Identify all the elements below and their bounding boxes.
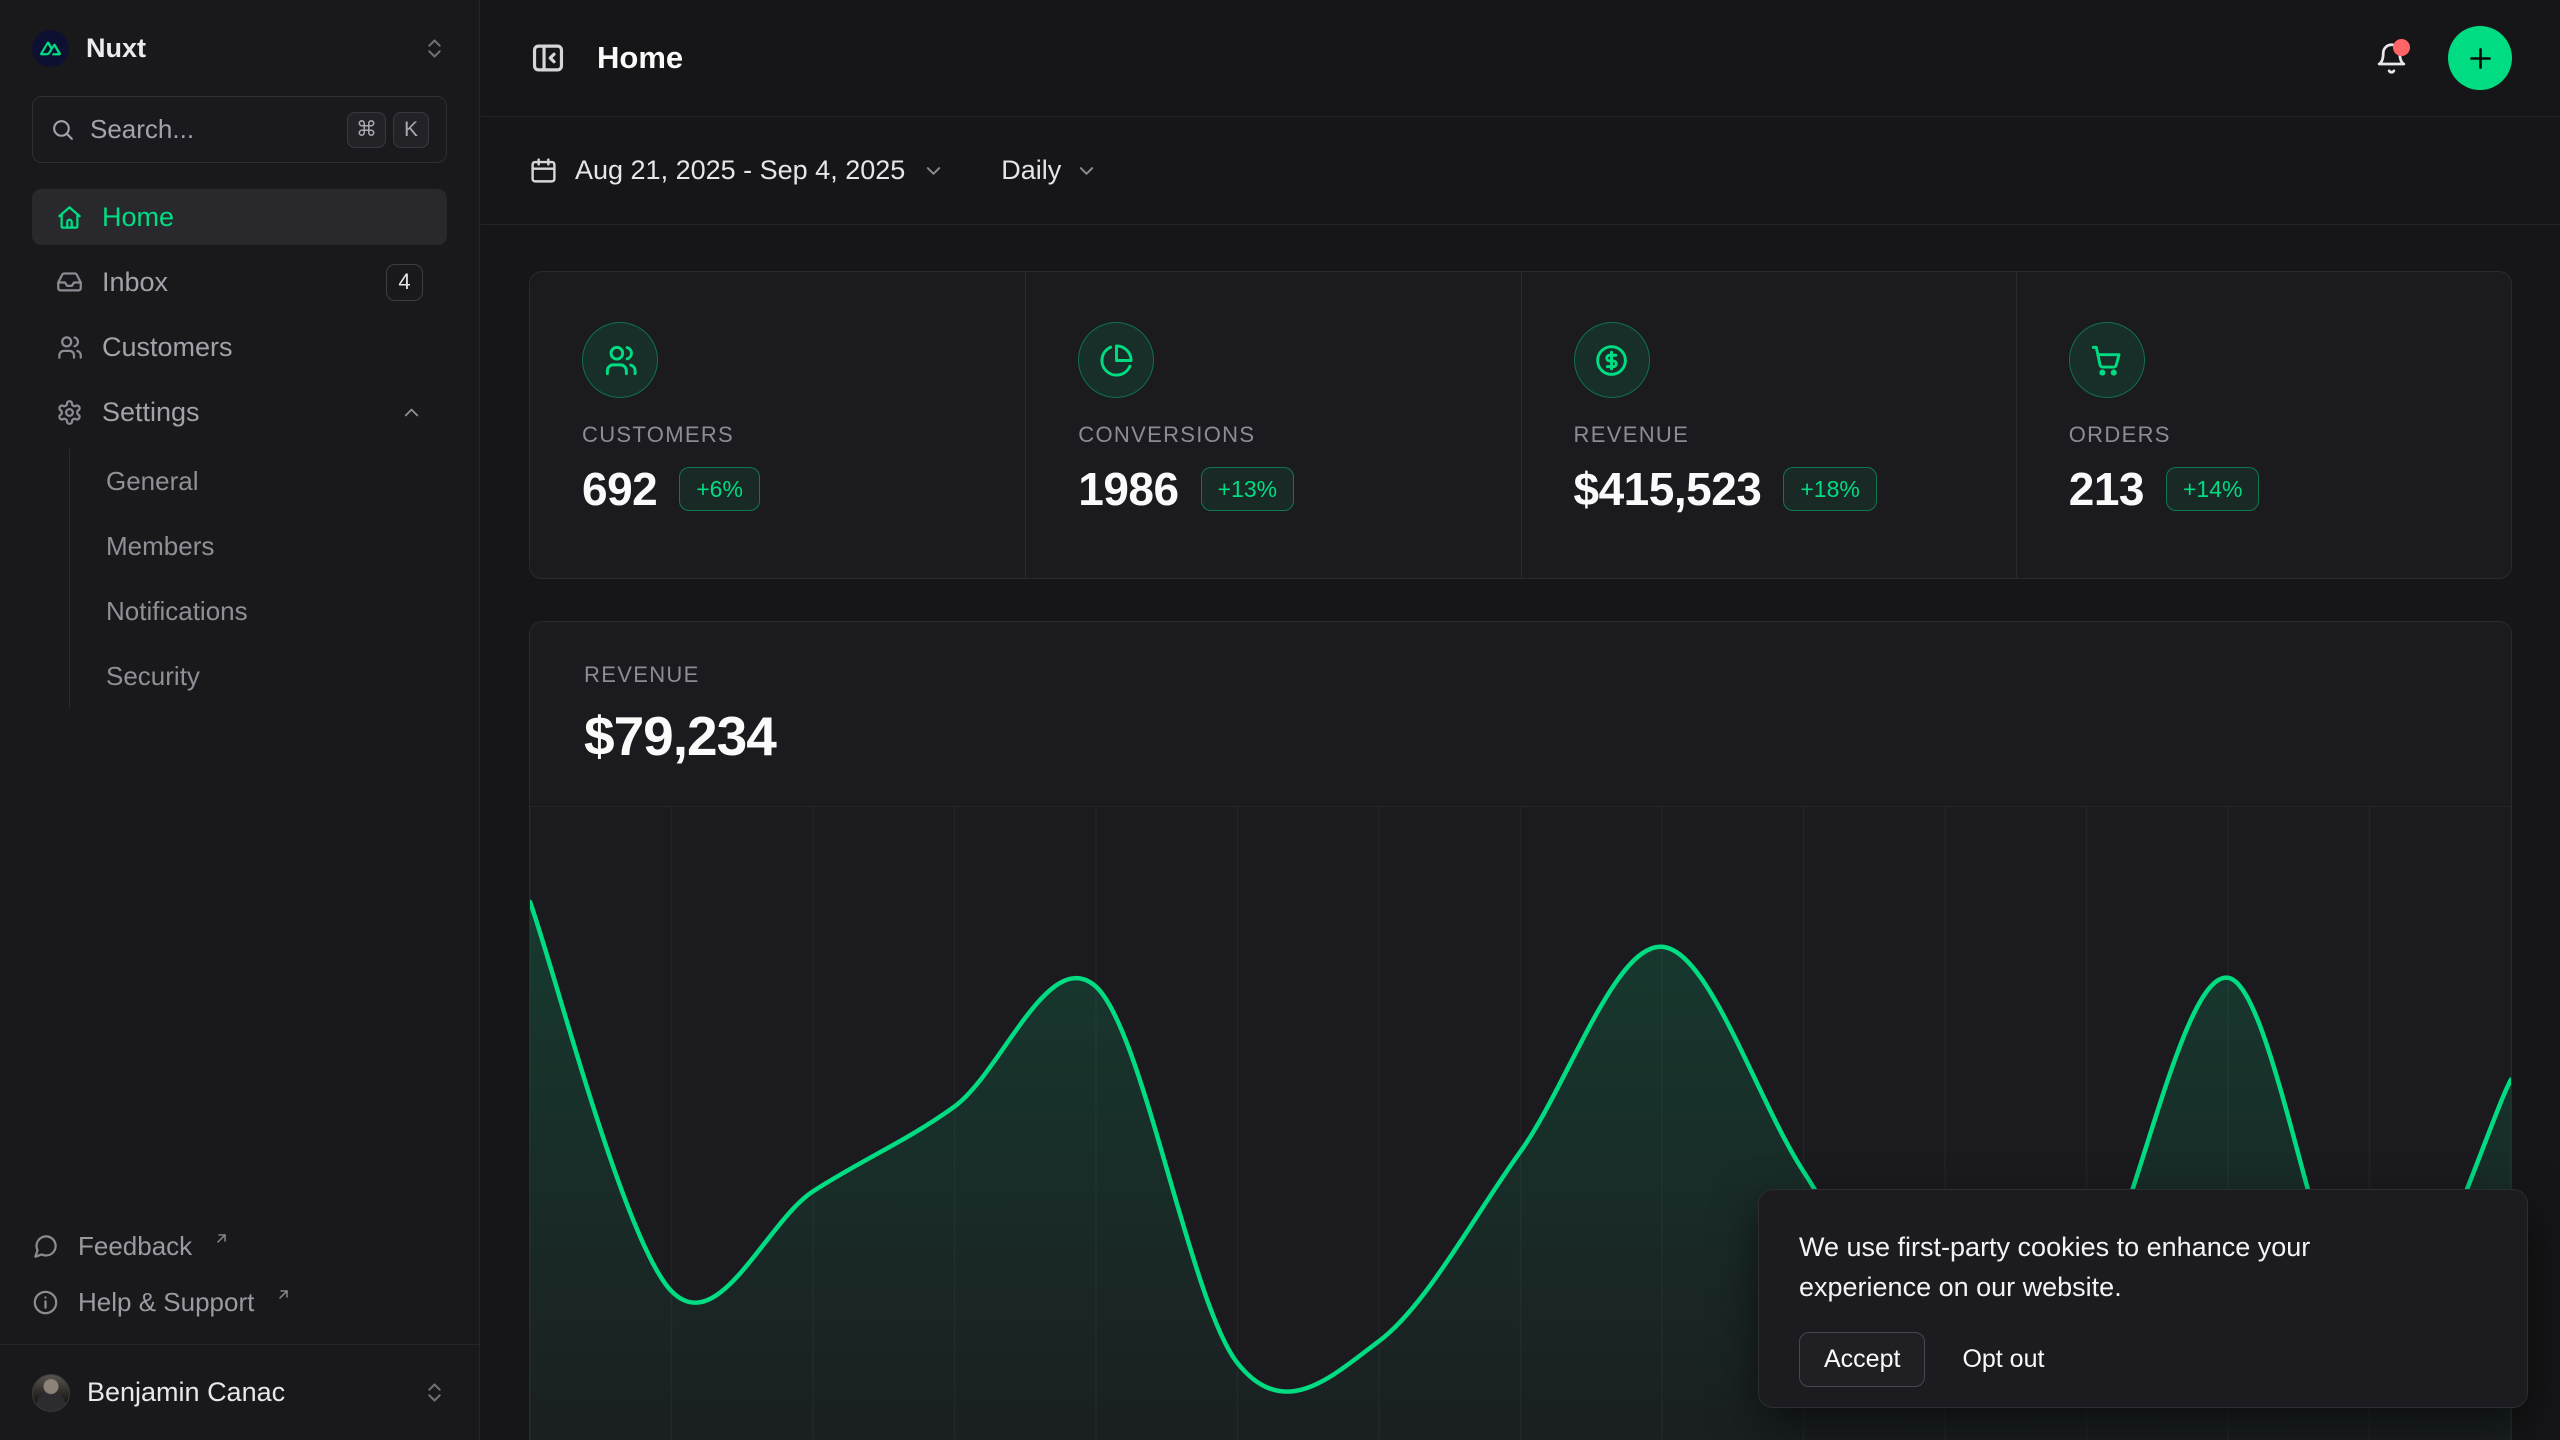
dollar-circle-icon — [1574, 322, 1650, 398]
stat-delta-badge: +6% — [679, 467, 760, 511]
pie-chart-icon — [1078, 322, 1154, 398]
avatar — [32, 1374, 70, 1412]
user-name: Benjamin Canac — [87, 1377, 285, 1408]
sidebar-item-general[interactable]: General — [70, 449, 447, 514]
help-support-label: Help & Support — [78, 1287, 254, 1318]
granularity-label: Daily — [1001, 155, 1061, 186]
stat-value: 692 — [582, 462, 657, 516]
sidebar-item-label: Inbox — [102, 267, 168, 298]
page-title: Home — [597, 40, 683, 76]
calendar-icon — [529, 156, 558, 185]
sidebar-item-security[interactable]: Security — [70, 644, 447, 709]
granularity-select[interactable]: Daily — [1001, 155, 1098, 186]
app-root: Nuxt Search... ⌘ K Home — [0, 0, 2560, 1440]
help-support-link[interactable]: Help & Support — [32, 1276, 447, 1328]
sidebar-item-label: Customers — [102, 332, 233, 363]
sidebar-item-notifications[interactable]: Notifications — [70, 579, 447, 644]
sidebar-item-home[interactable]: Home — [32, 189, 447, 245]
gear-icon — [56, 399, 83, 426]
cart-icon — [2069, 322, 2145, 398]
plus-icon — [2465, 43, 2496, 74]
stat-revenue[interactable]: REVENUE $415,523 +18% — [1521, 272, 2016, 578]
search-icon — [50, 117, 75, 142]
stat-label: ORDERS — [2069, 422, 2459, 448]
users-icon — [582, 322, 658, 398]
external-link-icon — [213, 1230, 230, 1247]
page-header: Home — [481, 0, 2560, 117]
stat-label: CONVERSIONS — [1078, 422, 1468, 448]
accept-button[interactable]: Accept — [1799, 1332, 1925, 1387]
sidebar-spacer — [32, 709, 447, 1220]
stat-orders[interactable]: ORDERS 213 +14% — [2016, 272, 2511, 578]
cookie-banner: We use first-party cookies to enhance yo… — [1758, 1189, 2528, 1408]
cookie-message: We use first-party cookies to enhance yo… — [1799, 1227, 2419, 1307]
sidebar: Nuxt Search... ⌘ K Home — [0, 0, 480, 1440]
filters-bar: Aug 21, 2025 - Sep 4, 2025 Daily — [481, 117, 2560, 225]
stat-conversions[interactable]: CONVERSIONS 1986 +13% — [1025, 272, 1520, 578]
nuxt-logo-icon — [32, 30, 69, 67]
chevron-down-icon — [1075, 159, 1098, 182]
header-actions — [2375, 26, 2512, 90]
stat-delta-badge: +18% — [1783, 467, 1876, 511]
chevron-up-down-icon — [422, 1380, 447, 1405]
sidebar-nav: Home Inbox 4 Customers Settings — [32, 189, 447, 709]
sidebar-item-inbox[interactable]: Inbox 4 — [32, 254, 447, 310]
info-circle-icon — [32, 1289, 59, 1316]
search-placeholder: Search... — [90, 114, 194, 145]
user-menu[interactable]: Benjamin Canac — [32, 1345, 447, 1440]
stat-value: $415,523 — [1574, 462, 1762, 516]
opt-out-button[interactable]: Opt out — [1962, 1345, 2044, 1374]
kbd-k: K — [393, 112, 429, 148]
team-name: Nuxt — [86, 33, 146, 64]
date-range-label: Aug 21, 2025 - Sep 4, 2025 — [575, 155, 905, 186]
stat-customers[interactable]: CUSTOMERS 692 +6% — [530, 272, 1025, 578]
chevron-up-down-icon — [422, 36, 447, 61]
feedback-label: Feedback — [78, 1231, 192, 1262]
notification-dot — [2393, 39, 2410, 56]
stat-value: 213 — [2069, 462, 2144, 516]
search-shortcut: ⌘ K — [347, 112, 429, 148]
date-range-picker[interactable]: Aug 21, 2025 - Sep 4, 2025 — [529, 155, 945, 186]
revenue-chart-label: REVENUE — [584, 662, 2457, 688]
panel-collapse-icon[interactable] — [529, 39, 567, 77]
sidebar-item-customers[interactable]: Customers — [32, 319, 447, 375]
add-button[interactable] — [2448, 26, 2512, 90]
stat-label: REVENUE — [1574, 422, 1964, 448]
feedback-link[interactable]: Feedback — [32, 1220, 447, 1272]
stat-delta-badge: +13% — [1201, 467, 1294, 511]
inbox-count-badge: 4 — [386, 264, 423, 301]
users-icon — [56, 334, 83, 361]
stat-value: 1986 — [1078, 462, 1178, 516]
external-link-icon — [275, 1286, 292, 1303]
sidebar-item-label: Home — [102, 202, 174, 233]
revenue-chart-total: $79,234 — [584, 704, 2457, 768]
stat-label: CUSTOMERS — [582, 422, 973, 448]
sidebar-item-settings[interactable]: Settings — [32, 384, 447, 440]
sidebar-item-label: Settings — [102, 397, 200, 428]
inbox-icon — [56, 269, 83, 296]
notifications-button[interactable] — [2375, 42, 2408, 75]
home-icon — [56, 204, 83, 231]
stat-delta-badge: +14% — [2166, 467, 2259, 511]
chevron-up-icon — [400, 401, 423, 424]
chevron-down-icon — [922, 159, 945, 182]
message-bubble-icon — [32, 1233, 59, 1260]
team-switcher[interactable]: Nuxt — [32, 0, 447, 96]
sidebar-footer-links: Feedback Help & Support — [32, 1220, 447, 1328]
kbd-cmd: ⌘ — [347, 112, 386, 148]
stats-panel: CUSTOMERS 692 +6% CONVERSIONS 1986 +13% — [529, 271, 2512, 579]
search-input[interactable]: Search... ⌘ K — [32, 96, 447, 163]
settings-submenu: General Members Notifications Security — [69, 449, 447, 709]
sidebar-item-members[interactable]: Members — [70, 514, 447, 579]
